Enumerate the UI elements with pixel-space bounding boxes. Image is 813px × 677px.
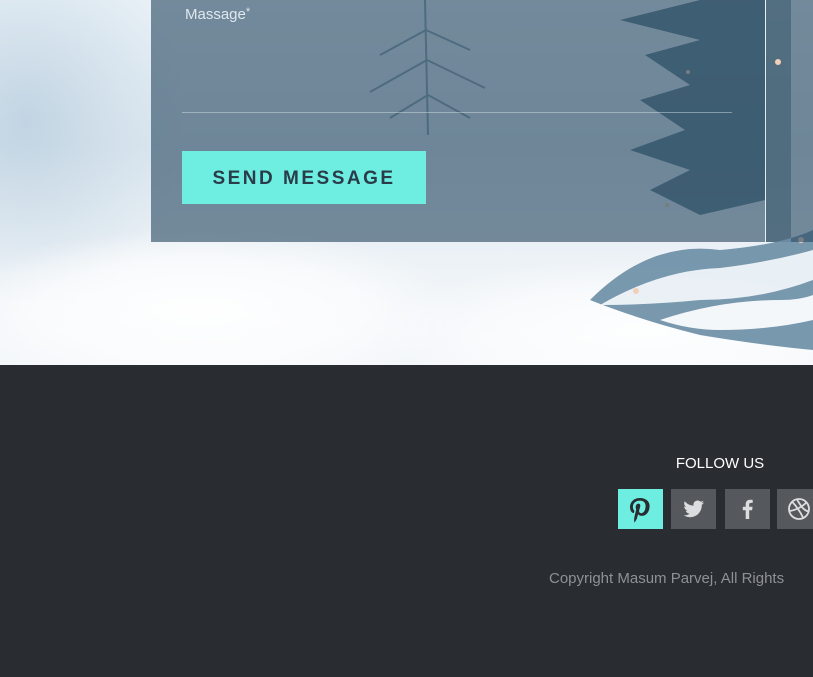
message-label-text: Massage: [185, 6, 246, 23]
twitter-icon: [683, 500, 704, 518]
facebook-icon: [742, 499, 753, 519]
required-mark: *: [245, 6, 251, 18]
footer: FOLLOW US Copyright Masum Parvej, All Ri…: [0, 365, 813, 677]
side-panel: [791, 0, 813, 242]
facebook-link[interactable]: [725, 489, 770, 529]
message-label: Massage*: [185, 6, 250, 23]
copyright-text: Copyright Masum Parvej, All Rights: [549, 570, 785, 587]
follow-us-title: FOLLOW US: [675, 455, 765, 472]
dribbble-link[interactable]: [777, 489, 813, 529]
send-message-button[interactable]: SEND MESSAGE: [182, 151, 426, 204]
twitter-link[interactable]: [671, 489, 716, 529]
hero-section: Massage* SEND MESSAGE: [0, 0, 813, 365]
dribbble-icon: [788, 498, 810, 520]
pinterest-link[interactable]: [618, 489, 663, 529]
message-textarea[interactable]: [182, 32, 732, 113]
pinterest-icon: [630, 498, 650, 523]
